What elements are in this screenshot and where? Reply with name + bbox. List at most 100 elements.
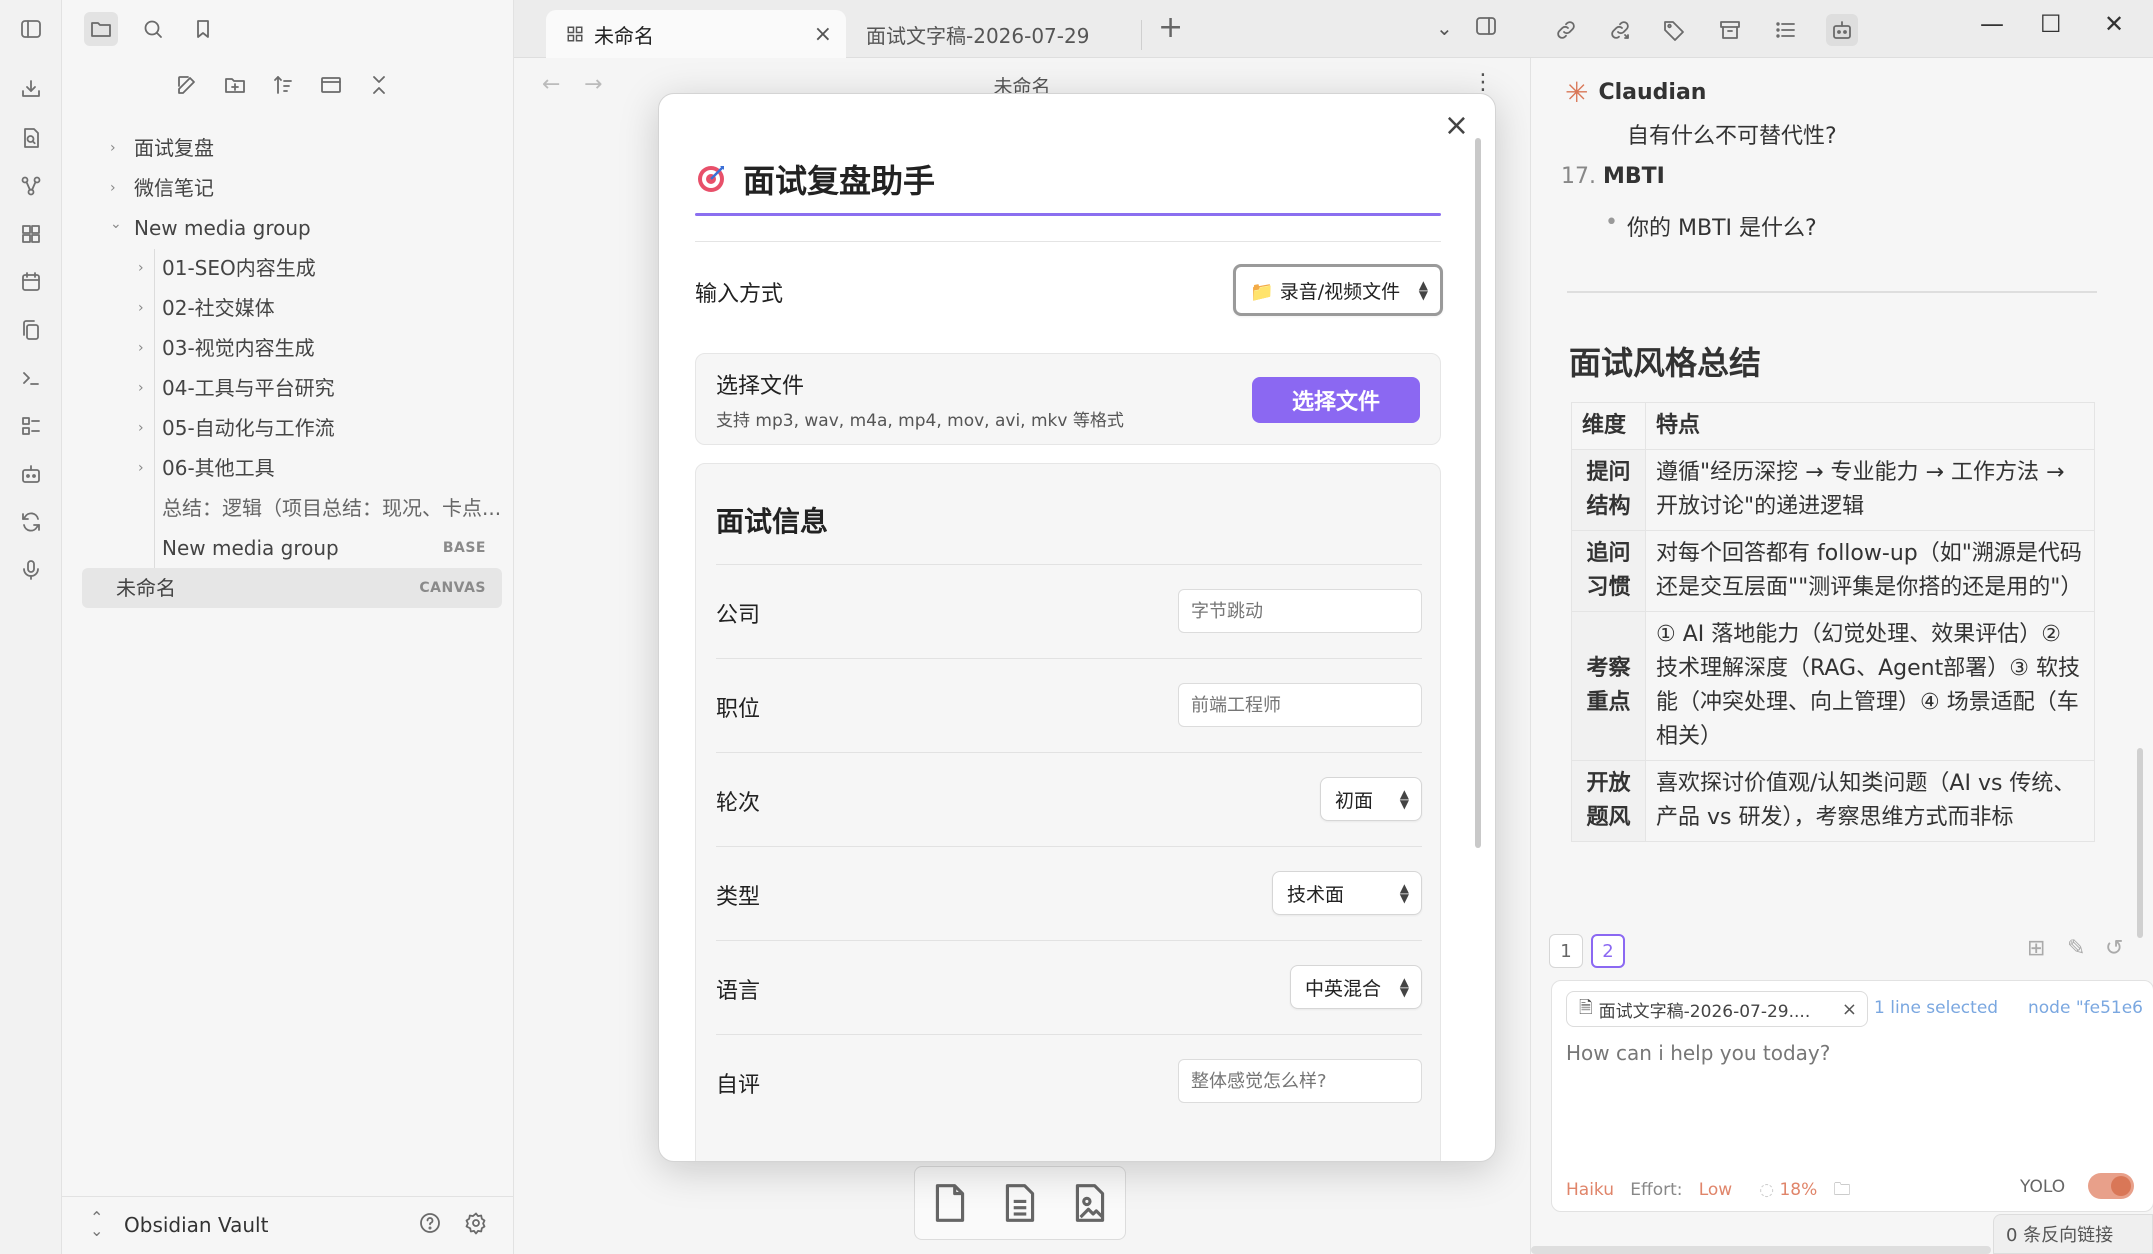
- company-label: 公司: [716, 603, 761, 628]
- self-eval-input[interactable]: [1178, 1059, 1422, 1103]
- backlinks-count: 0 条反向链接: [2006, 1225, 2114, 1246]
- claude-star-icon: ✳: [1565, 76, 1589, 109]
- tab-untitled[interactable]: 未命名 ×: [546, 10, 846, 58]
- folder-icon[interactable]: 🗀: [1834, 1180, 1851, 1200]
- modal-close-button[interactable]: ×: [1444, 108, 1469, 143]
- search-icon[interactable]: [136, 12, 170, 46]
- table-cell: 喜欢探讨价值观/认知类问题（AI vs 传统、产品 vs 研发），考察思维方式而…: [1645, 760, 2095, 842]
- bot-icon[interactable]: [1826, 14, 1858, 46]
- modal-scrollbar[interactable]: [1475, 138, 1481, 848]
- language-label: 语言: [716, 979, 761, 1004]
- type-select[interactable]: 技术面 ▲ ▼: [1272, 871, 1422, 915]
- more-options-icon[interactable]: ⋮: [1472, 70, 1494, 95]
- help-icon[interactable]: [418, 1211, 442, 1240]
- sync-icon[interactable]: [17, 508, 45, 536]
- add-card-icon[interactable]: [930, 1181, 970, 1225]
- table-row: 开放题风 喜欢探讨价值观/认知类问题（AI vs 传统、产品 vs 研发），考察…: [1571, 760, 2095, 842]
- position-label: 职位: [716, 697, 761, 722]
- history-icon[interactable]: ↺: [2105, 936, 2123, 961]
- tree-folder-wechat-notes[interactable]: › 微信笔记: [82, 168, 502, 208]
- effort-selector[interactable]: Low: [1699, 1180, 1732, 1200]
- round-select[interactable]: 初面 ▲ ▼: [1320, 777, 1422, 821]
- collapse-all-icon[interactable]: [366, 72, 392, 98]
- right-sidebar-toggle-icon[interactable]: [1474, 14, 1498, 43]
- tree-folder-automation[interactable]: › 05-自动化与工作流: [82, 408, 502, 448]
- bookmark-icon[interactable]: [186, 12, 220, 46]
- choose-file-button[interactable]: 选择文件: [1252, 377, 1420, 423]
- bullet-item: 你的 MBTI 是什么?: [1627, 216, 1817, 241]
- tab-transcript[interactable]: 面试文字稿-2026-07-29: [854, 10, 1154, 58]
- mic-icon[interactable]: [17, 556, 45, 584]
- tree-folder-tools[interactable]: › 04-工具与平台研究: [82, 368, 502, 408]
- self-eval-row: 自评: [716, 1034, 1422, 1128]
- tag-icon[interactable]: [1658, 14, 1690, 46]
- tree-folder-interview-review[interactable]: › 面试复盘: [82, 128, 502, 168]
- input-method-select[interactable]: 📁 录音/视频文件 ▲ ▼: [1233, 264, 1443, 316]
- yolo-toggle[interactable]: [2088, 1173, 2134, 1199]
- file-explorer: › 面试复盘 › 微信笔记 ⌄ New media group › 01-SEO…: [62, 0, 514, 1254]
- outline-icon[interactable]: [1770, 14, 1802, 46]
- model-selector[interactable]: Haiku: [1566, 1180, 1614, 1200]
- close-window-button[interactable]: ✕: [2104, 10, 2124, 38]
- language-select[interactable]: 中英混合 ▲ ▼: [1290, 965, 1422, 1009]
- tree-file-untitled-canvas[interactable]: 未命名 CANVAS: [82, 568, 502, 608]
- tree-folder-seo[interactable]: › 01-SEO内容生成: [82, 248, 502, 288]
- horizontal-scrollbar[interactable]: [1531, 1246, 1991, 1254]
- edit-icon[interactable]: ✎: [2067, 936, 2085, 961]
- conversation-tab-2[interactable]: 2: [1591, 934, 1625, 968]
- tab-list-chevron-icon[interactable]: ⌄: [1436, 16, 1453, 40]
- vault-switcher[interactable]: ⌃ ⌄ Obsidian Vault: [62, 1196, 514, 1254]
- chat-scrollbar[interactable]: [2137, 748, 2143, 938]
- copy-icon[interactable]: [17, 316, 45, 344]
- download-icon[interactable]: [17, 75, 45, 103]
- table-header-cell: 维度: [1571, 402, 1646, 450]
- search-doc-icon[interactable]: [17, 124, 45, 152]
- position-input[interactable]: [1178, 683, 1422, 727]
- chat-input-box[interactable]: 🗎 面试文字稿-2026-07-29.... × 1 line selected…: [1551, 980, 2153, 1212]
- settings-gear-icon[interactable]: [464, 1211, 488, 1240]
- file-icon: 🗎: [1579, 997, 1593, 1018]
- add-note-icon[interactable]: [1000, 1181, 1040, 1225]
- conversation-tab-1[interactable]: 1: [1549, 934, 1583, 968]
- folder-icon[interactable]: [84, 12, 118, 46]
- sidebar-toggle-icon[interactable]: [17, 15, 45, 43]
- chat-footer: Haiku Effort: Low ◌ 18% 🗀: [1566, 1177, 1851, 1206]
- new-note-icon[interactable]: [174, 72, 200, 98]
- chevron-right-icon: ›: [138, 260, 144, 276]
- new-tab-button[interactable]: +: [1158, 10, 1183, 45]
- tree-folder-visual[interactable]: › 03-视觉内容生成: [82, 328, 502, 368]
- list-icon[interactable]: [17, 412, 45, 440]
- tree-folder-social[interactable]: › 02-社交媒体: [82, 288, 502, 328]
- context-file-chip[interactable]: 🗎 面试文字稿-2026-07-29.... ×: [1566, 991, 1868, 1027]
- minimize-button[interactable]: —: [1980, 10, 2004, 38]
- new-folder-icon[interactable]: [222, 72, 248, 98]
- list-number: 17.: [1561, 164, 1596, 189]
- blocks-icon[interactable]: [17, 220, 45, 248]
- outgoing-link-icon[interactable]: [1604, 14, 1636, 46]
- file-picker-card: 选择文件 支持 mp3, wav, m4a, mp4, mov, avi, mk…: [695, 353, 1441, 445]
- tree-folder-other-tools[interactable]: › 06-其他工具: [82, 448, 502, 488]
- horizontal-rule: [1567, 291, 2097, 293]
- sort-icon[interactable]: [270, 72, 296, 98]
- remove-chip-icon[interactable]: ×: [1842, 999, 1857, 1020]
- tree-folder-new-media-group[interactable]: ⌄ New media group: [82, 208, 502, 248]
- maximize-button[interactable]: ☐: [2040, 10, 2062, 38]
- link-icon[interactable]: [1550, 14, 1582, 46]
- table-row: 考察重点 ① AI 落地能力（幻觉处理、效果评估）② 技术理解深度（RAG、Ag…: [1571, 611, 2095, 761]
- tree-file-summary[interactable]: 总结：逻辑（项目总结：现况、卡点...: [82, 488, 502, 528]
- archive-icon[interactable]: [1714, 14, 1746, 46]
- table-cell: 提问结构: [1571, 449, 1646, 531]
- bot-icon[interactable]: [17, 460, 45, 488]
- calendar-icon[interactable]: [17, 268, 45, 296]
- collapse-view-icon[interactable]: [318, 72, 344, 98]
- table-cell: 开放题风: [1571, 760, 1646, 842]
- tree-file-new-media-base[interactable]: New media group BASE: [82, 528, 502, 568]
- selection-info: 1 line selected: [1874, 998, 1999, 1018]
- new-conversation-icon[interactable]: ⊞: [2027, 936, 2045, 961]
- graph-icon[interactable]: [17, 172, 45, 200]
- add-media-icon[interactable]: [1070, 1181, 1110, 1225]
- assistant-header: ✳ Claudian: [1565, 76, 1706, 109]
- terminal-icon[interactable]: [17, 364, 45, 392]
- company-input[interactable]: [1178, 589, 1422, 633]
- close-tab-icon[interactable]: ×: [814, 22, 832, 47]
